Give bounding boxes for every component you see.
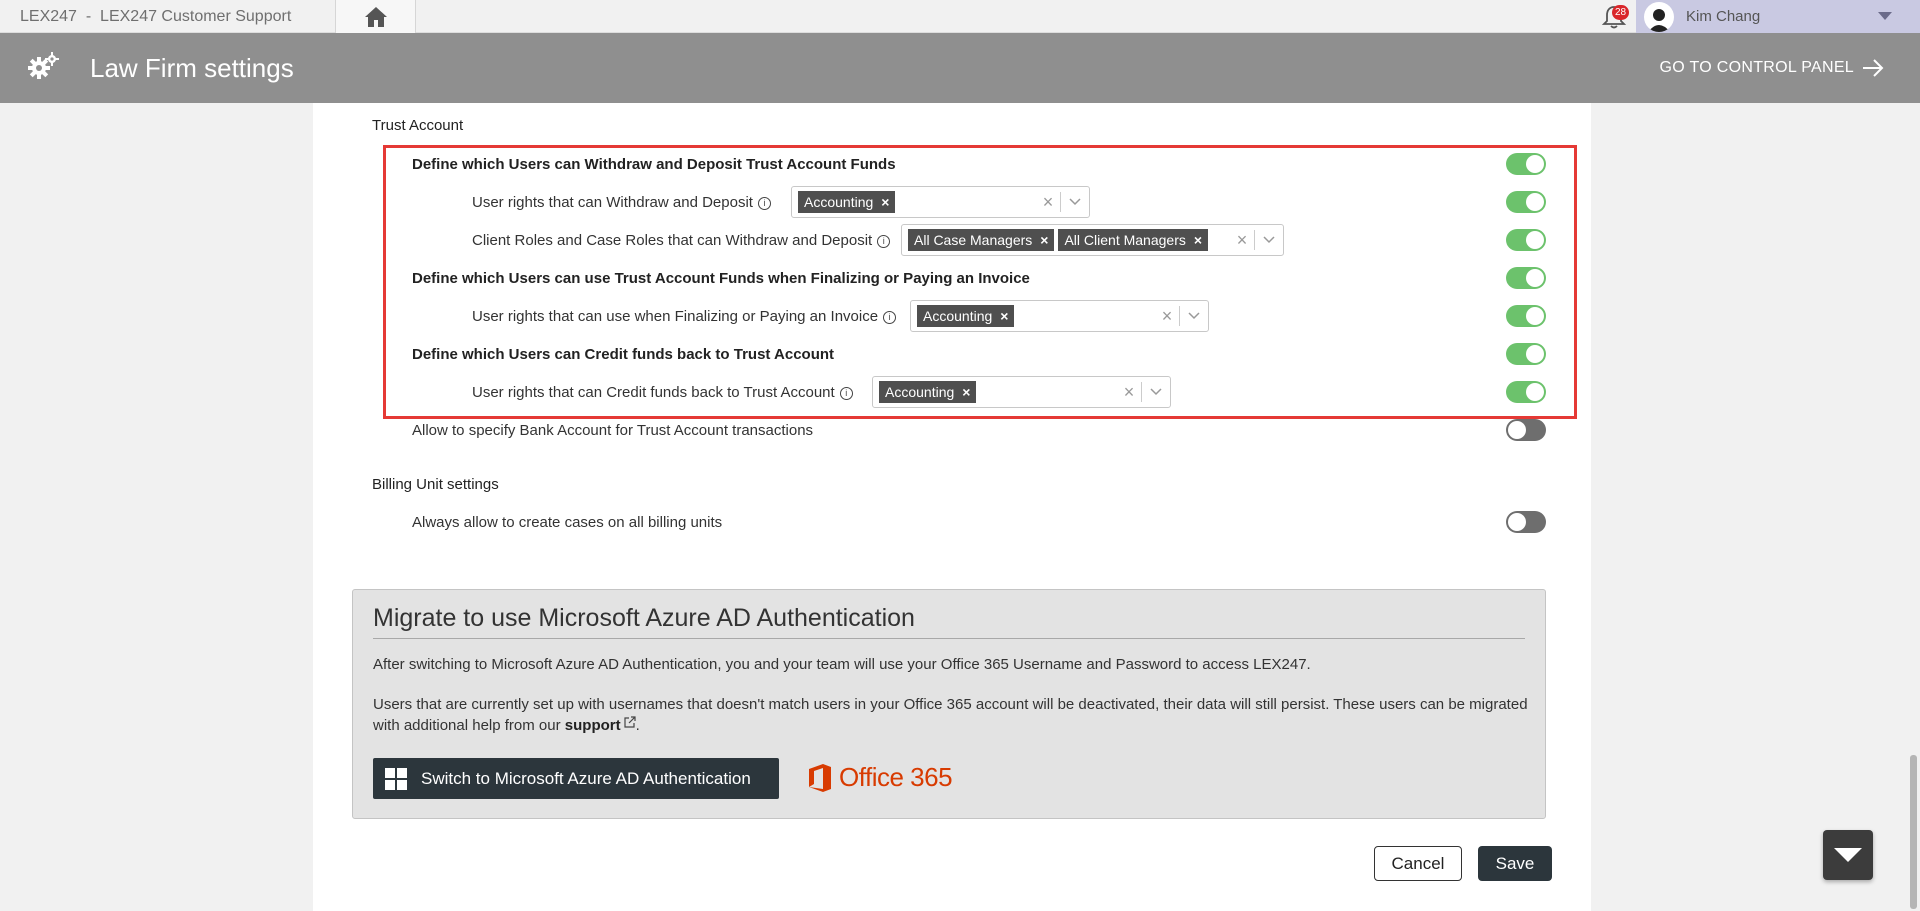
go-to-control-panel-link[interactable]: GO TO CONTROL PANEL [1660, 59, 1884, 77]
office-365-label: Office 365 [839, 762, 953, 792]
top-bar: LEX247 - LEX247 Customer Support 28 Kim … [0, 0, 1920, 33]
chevron-down-icon[interactable] [1878, 12, 1892, 20]
windows-icon [385, 767, 407, 790]
scrollbar-thumb[interactable] [1910, 755, 1917, 909]
tag-accounting: Accounting × [879, 381, 977, 403]
chevron-down-icon[interactable] [1061, 198, 1089, 206]
credit-funds-user-rights-select[interactable]: Accounting × × [872, 376, 1171, 408]
home-icon [364, 6, 387, 27]
control-panel-label: GO TO CONTROL PANEL [1659, 59, 1854, 76]
credit-funds-user-rights-label: User rights that can Credit funds back t… [472, 384, 853, 401]
billing-units-toggle[interactable] [1506, 511, 1546, 533]
finalize-invoice-user-rights-toggle[interactable] [1506, 305, 1546, 327]
withdraw-deposit-toggle[interactable] [1506, 153, 1546, 175]
chevron-down-icon[interactable] [1255, 236, 1283, 244]
azure-migration-panel: Migrate to use Microsoft Azure AD Authen… [352, 589, 1546, 819]
avatar [1644, 1, 1674, 32]
clear-icon[interactable]: × [1155, 306, 1179, 327]
info-icon[interactable]: i [839, 387, 853, 400]
divider [373, 638, 1525, 639]
finalize-invoice-user-rights-label: User rights that can use when Finalizing… [472, 308, 897, 325]
clear-icon[interactable]: × [1117, 382, 1141, 403]
switch-to-azure-button[interactable]: Switch to Microsoft Azure AD Authenticat… [373, 758, 779, 799]
scrollbar[interactable] [1906, 103, 1920, 911]
migration-title: Migrate to use Microsoft Azure AD Authen… [373, 604, 915, 632]
clear-icon[interactable]: × [1036, 192, 1060, 213]
arrow-right-icon [1863, 59, 1884, 77]
bank-account-toggle[interactable] [1506, 419, 1546, 441]
credit-funds-toggle[interactable] [1506, 343, 1546, 365]
external-link-icon[interactable] [624, 716, 636, 728]
support-link[interactable]: support [565, 717, 621, 734]
user-menu[interactable]: Kim Chang [1636, 0, 1920, 33]
billing-units-label: Always allow to create cases on all bill… [412, 514, 723, 531]
remove-tag-icon[interactable]: × [881, 191, 889, 213]
withdraw-deposit-roles-select[interactable]: All Case Managers × All Client Managers × … [901, 224, 1284, 256]
chevron-down-icon[interactable] [1180, 312, 1208, 320]
info-icon[interactable]: i [757, 197, 771, 210]
clear-icon[interactable]: × [1230, 230, 1254, 251]
withdraw-deposit-user-rights-toggle[interactable] [1506, 191, 1546, 213]
chevron-down-icon[interactable] [1142, 388, 1170, 396]
withdraw-deposit-user-rights-select[interactable]: Accounting × × [791, 186, 1090, 218]
user-name: Kim Chang [1686, 8, 1761, 25]
finalize-invoice-toggle[interactable] [1506, 267, 1546, 289]
page-title: Law Firm settings [90, 53, 294, 83]
tag-accounting: Accounting × [917, 305, 1015, 327]
withdraw-deposit-roles-label: Client Roles and Case Roles that can Wit… [472, 232, 891, 249]
cancel-button[interactable]: Cancel [1374, 846, 1462, 881]
remove-tag-icon[interactable]: × [1000, 305, 1008, 327]
info-icon[interactable]: i [877, 235, 891, 248]
bank-account-label: Allow to specify Bank Account for Trust … [412, 422, 814, 439]
info-icon[interactable]: i [883, 311, 897, 324]
finalize-invoice-heading: Define which Users can use Trust Account… [412, 270, 1030, 287]
save-button[interactable]: Save [1478, 846, 1552, 881]
credit-funds-heading: Define which Users can Credit funds back… [412, 346, 835, 363]
credit-funds-user-rights-toggle[interactable] [1506, 381, 1546, 403]
home-tab[interactable] [335, 0, 416, 33]
remove-tag-icon[interactable]: × [1040, 229, 1048, 251]
withdraw-deposit-roles-toggle[interactable] [1506, 229, 1546, 251]
gears-icon [28, 52, 59, 79]
withdraw-deposit-heading: Define which Users can Withdraw and Depo… [412, 156, 896, 173]
billing-unit-heading: Billing Unit settings [372, 476, 499, 493]
remove-tag-icon[interactable]: × [1194, 229, 1202, 251]
tab-title[interactable]: LEX247 - LEX247 Customer Support [20, 8, 291, 26]
tag-all-case-managers: All Case Managers × [908, 229, 1055, 251]
tag-accounting: Accounting × [798, 191, 896, 213]
migration-warning: Users that are currently set up with use… [373, 696, 1528, 734]
withdraw-deposit-user-rights-label: User rights that can Withdraw and Deposi… [472, 194, 771, 211]
trust-account-heading: Trust Account [372, 117, 464, 134]
office-icon [809, 763, 831, 792]
remove-tag-icon[interactable]: × [962, 381, 970, 403]
finalize-invoice-user-rights-select[interactable]: Accounting × × [910, 300, 1209, 332]
page-header: Law Firm settings GO TO CONTROL PANEL [0, 33, 1920, 103]
notification-badge: 28 [1612, 5, 1629, 20]
migration-description: After switching to Microsoft Azure AD Au… [373, 656, 1311, 673]
tag-all-client-managers: All Client Managers × [1058, 229, 1209, 251]
switch-to-azure-label: Switch to Microsoft Azure AD Authenticat… [421, 768, 751, 788]
scroll-down-button[interactable] [1823, 830, 1873, 880]
office-365-logo: Office 365 [807, 762, 953, 793]
chevron-down-icon [1834, 848, 1862, 862]
